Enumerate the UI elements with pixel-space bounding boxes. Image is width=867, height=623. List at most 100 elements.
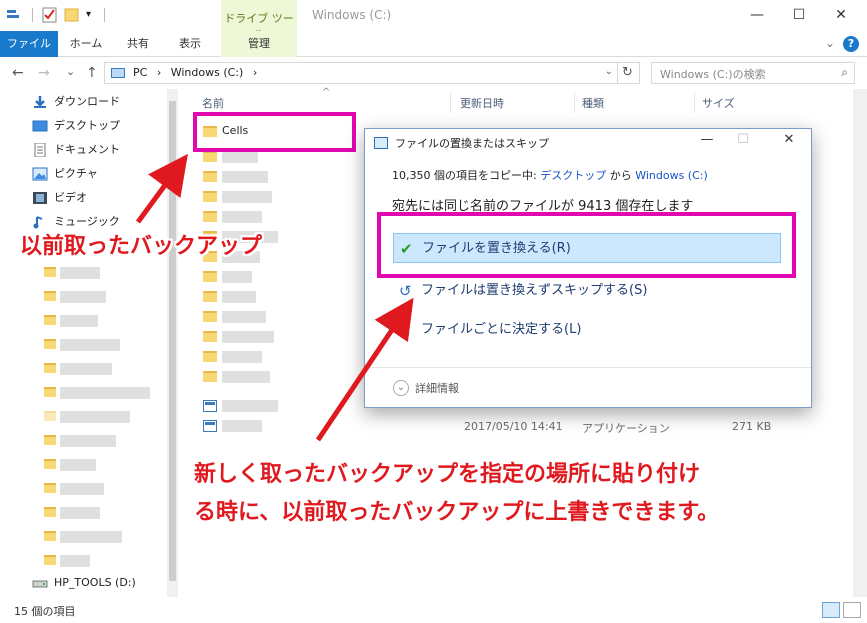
blurred-item [222, 351, 262, 363]
copy-progress-text: 10,350 個の項目をコピー中: デスクトップ から Windows (C:) [392, 167, 708, 183]
blurred-item [60, 459, 96, 471]
dialog-close-button[interactable]: ✕ [775, 132, 803, 152]
download-icon [32, 95, 48, 109]
blurred-item [60, 315, 98, 327]
file-type: アプリケーション [582, 422, 670, 435]
title-bar: ▾ ドライブ ツール Windows (C:) — ☐ ✕ [0, 0, 867, 41]
help-icon[interactable]: ? [843, 36, 859, 52]
sidebar-item-pictures[interactable]: ピクチャ [32, 164, 98, 184]
column-header-size[interactable]: サイズ [702, 95, 735, 111]
sidebar-scrollbar[interactable] [167, 89, 178, 597]
large-icons-view-icon[interactable] [843, 602, 861, 618]
search-placeholder: Windows (C:)の検索 [660, 68, 766, 81]
highlight-box-replace [377, 212, 796, 278]
breadcrumb-drive[interactable]: Windows (C:) [171, 66, 244, 79]
breadcrumb-separator[interactable]: › [253, 66, 257, 79]
address-dropdown-icon[interactable]: ⌄ [605, 66, 613, 77]
blurred-item [60, 267, 100, 279]
tab-manage[interactable]: 管理 [221, 31, 297, 57]
file-list-scrollbar[interactable] [853, 89, 867, 597]
drive-tools-tab: ドライブ ツール [221, 0, 297, 41]
blurred-item [222, 171, 268, 183]
column-separator [450, 93, 451, 113]
folder-icon [44, 315, 56, 325]
sidebar-item-label: ドキュメント [54, 143, 120, 156]
window-title: Windows (C:) [312, 8, 392, 22]
blurred-item [60, 435, 116, 447]
status-bar: 15 個の項目 [0, 597, 867, 623]
music-icon [32, 215, 48, 229]
forward-button[interactable]: → [38, 65, 50, 81]
dialog-minimize-button[interactable]: — [693, 132, 721, 152]
destination-link[interactable]: Windows (C:) [635, 169, 708, 182]
folder-icon [44, 507, 56, 517]
scrollbar-thumb[interactable] [169, 101, 176, 581]
back-button[interactable]: ← [12, 65, 24, 81]
sidebar-item-hp-tools[interactable]: HP_TOOLS (D:) [32, 573, 136, 593]
close-button[interactable]: ✕ [826, 4, 856, 26]
recent-locations-button[interactable]: ⌄ [66, 65, 75, 78]
blurred-item [222, 191, 272, 203]
properties-icon[interactable] [6, 7, 22, 23]
sidebar-item-videos[interactable]: ビデオ [32, 188, 87, 208]
sidebar-item-desktop[interactable]: デスクトップ [32, 116, 120, 136]
minimize-button[interactable]: — [742, 4, 772, 26]
folder-icon [203, 171, 217, 182]
skip-arrow-icon: ↺ [399, 282, 412, 300]
sidebar-item-documents[interactable]: ドキュメント [32, 140, 120, 160]
compare-files-icon: ⧉ [399, 321, 410, 339]
details-view-icon[interactable] [822, 602, 840, 618]
folder-icon [44, 291, 56, 301]
tab-share[interactable]: 共有 [114, 31, 162, 57]
sidebar-item-label: デスクトップ [54, 119, 120, 132]
blurred-item [60, 339, 120, 351]
folder-icon [203, 351, 217, 362]
pc-icon [111, 68, 125, 78]
folder-icon [44, 363, 56, 373]
folder-icon [44, 435, 56, 445]
folder-icon [44, 339, 56, 349]
dialog-maximize-button[interactable]: ☐ [729, 132, 757, 152]
breadcrumb-separator[interactable]: › [157, 66, 161, 79]
sidebar-item-label: ピクチャ [54, 167, 98, 180]
breadcrumb-pc[interactable]: PC [133, 66, 147, 79]
application-icon [203, 400, 217, 412]
expand-ribbon-icon[interactable]: ⌄ [825, 36, 835, 50]
column-header-type[interactable]: 種類 [582, 95, 604, 111]
tab-home[interactable]: ホーム [62, 31, 110, 57]
tab-file[interactable]: ファイル [0, 31, 58, 57]
column-header-name[interactable]: 名前 [202, 95, 224, 111]
skip-files-option[interactable]: ↺ ファイルは置き換えずスキップする(S) [393, 276, 781, 306]
blurred-item [222, 371, 270, 383]
column-header-date[interactable]: 更新日時 [460, 95, 504, 111]
folder-icon [44, 483, 56, 493]
navigation-bar: ← → ⌄ ↑ PC › Windows (C:) › ⌄ ↻ Windows … [0, 57, 867, 89]
copy-dialog-icon [374, 137, 388, 149]
sidebar-item-label: HP_TOOLS (D:) [54, 576, 136, 589]
blurred-item [222, 400, 278, 412]
source-link[interactable]: デスクトップ [540, 169, 606, 182]
blurred-item [222, 420, 262, 432]
new-folder-icon[interactable] [64, 7, 80, 23]
decide-each-file-option[interactable]: ⧉ ファイルごとに決定する(L) [393, 315, 781, 345]
tab-view[interactable]: 表示 [166, 31, 214, 57]
refresh-icon[interactable]: ↻ [617, 63, 637, 83]
expand-details-icon[interactable]: ⌄ [393, 380, 409, 396]
more-details-label[interactable]: 詳細情報 [415, 380, 459, 396]
sort-indicator-icon: ^ [322, 87, 331, 98]
folder-icon [203, 271, 217, 282]
option-label: ファイルごとに決定する(L) [421, 322, 582, 337]
sidebar-item-downloads[interactable]: ダウンロード [32, 92, 120, 112]
sidebar-item-label: ビデオ [54, 191, 87, 204]
column-separator [574, 93, 575, 113]
maximize-button[interactable]: ☐ [784, 4, 814, 26]
folder-icon [44, 387, 56, 397]
video-icon [32, 191, 48, 205]
checkmark-properties-icon[interactable] [42, 7, 58, 23]
up-button[interactable]: ↑ [86, 65, 98, 81]
folder-icon [203, 191, 217, 202]
customize-toolbar-icon[interactable]: ▾ [86, 7, 102, 23]
search-input[interactable]: Windows (C:)の検索 ⌕ [651, 62, 855, 84]
address-bar[interactable]: PC › Windows (C:) › ⌄ ↻ [104, 62, 640, 84]
dialog-footer: ⌄ 詳細情報 [365, 367, 811, 407]
